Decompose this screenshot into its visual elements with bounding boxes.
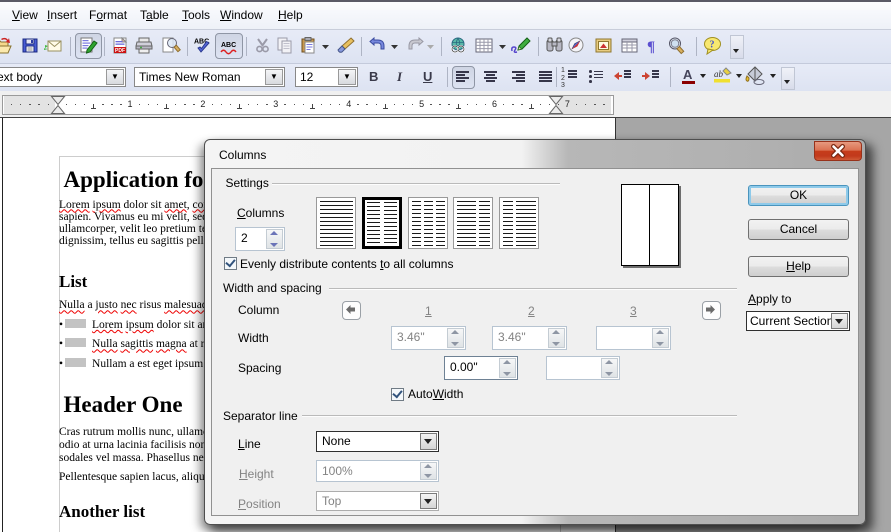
svg-text:ab: ab (714, 69, 724, 79)
svg-text:?: ? (710, 40, 715, 51)
svg-text:PDF: PDF (115, 48, 125, 54)
svg-text:ABC: ABC (221, 42, 236, 49)
svg-text:¶: ¶ (647, 39, 655, 55)
